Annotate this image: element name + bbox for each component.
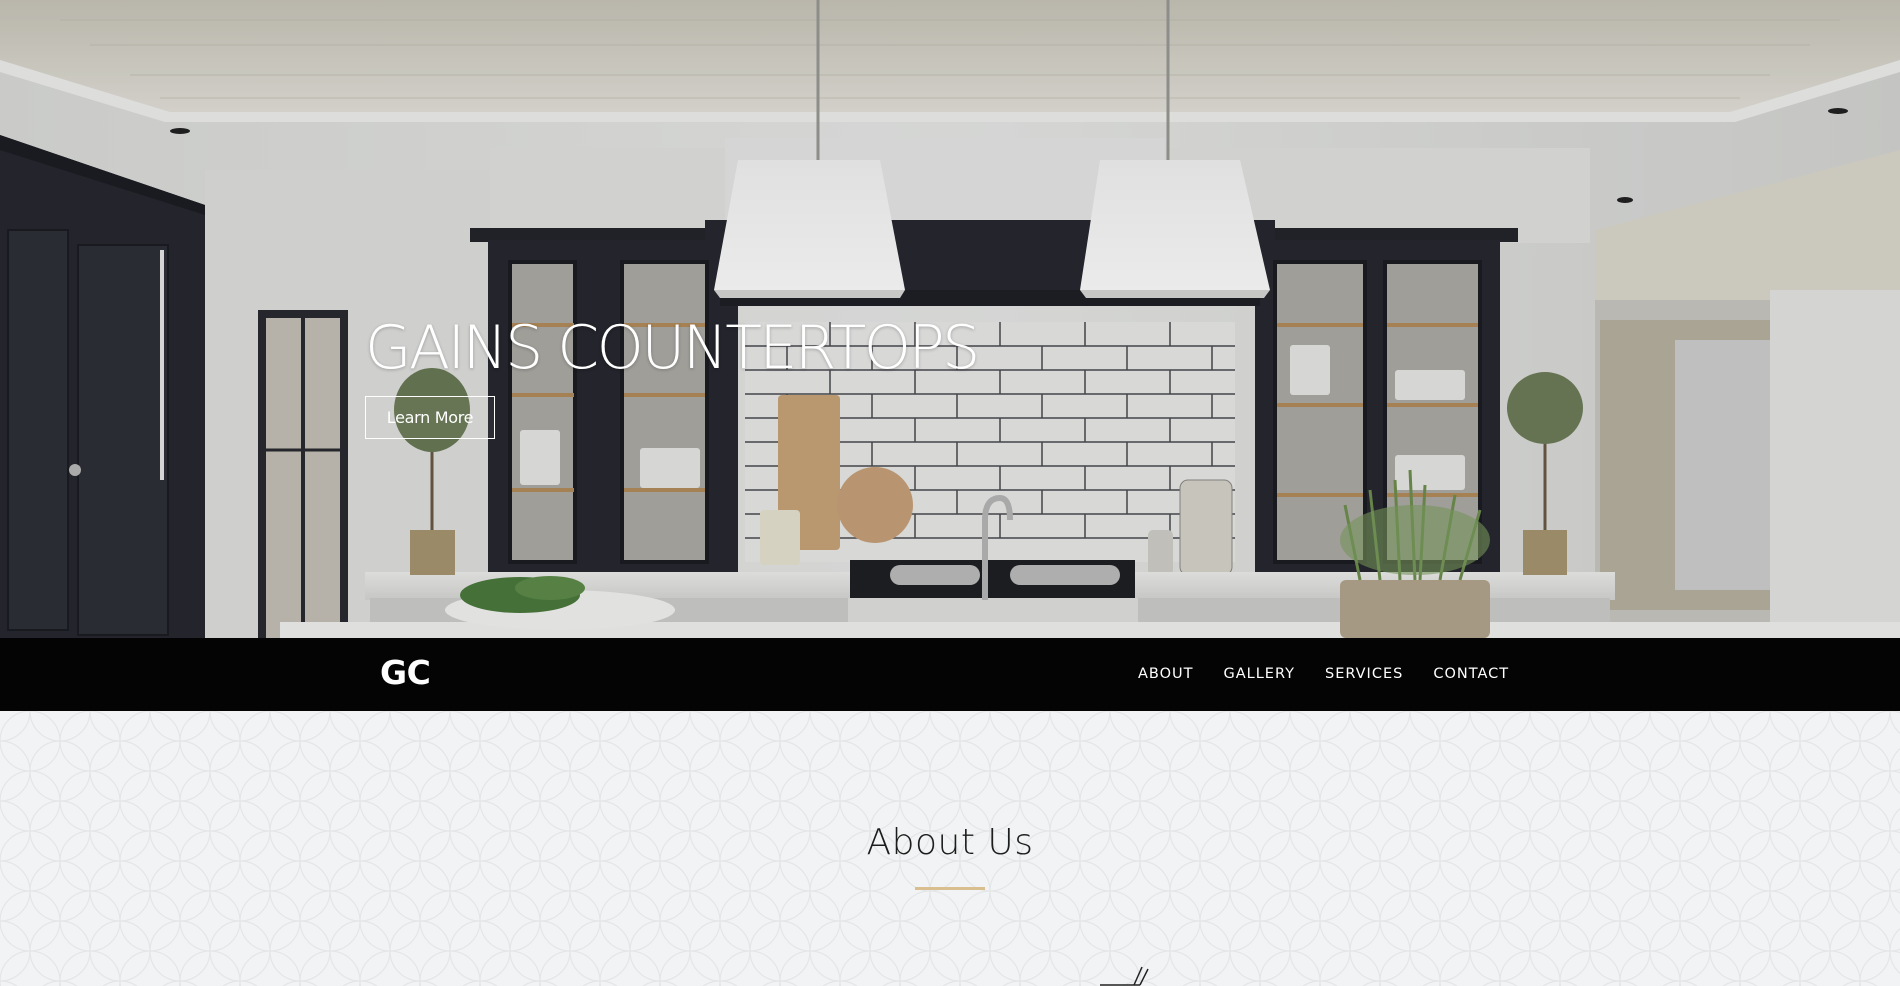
about-heading: About Us (866, 822, 1034, 863)
main-navbar: GC ABOUT GALLERY SERVICES CONTACT (0, 638, 1900, 711)
hero-section: GAINS COUNTERTOPS Learn More (0, 0, 1900, 638)
site-logo[interactable]: GC (380, 656, 431, 689)
about-section: About Us (0, 711, 1900, 986)
nav-link-contact[interactable]: CONTACT (1433, 666, 1509, 682)
learn-more-button[interactable]: Learn More (365, 396, 495, 439)
nav-link-services[interactable]: SERVICES (1325, 666, 1403, 682)
nav-link-gallery[interactable]: GALLERY (1224, 666, 1295, 682)
decorative-lines (1100, 966, 1149, 986)
nav-links: ABOUT GALLERY SERVICES CONTACT (1138, 666, 1509, 682)
nav-link-about[interactable]: ABOUT (1138, 666, 1194, 682)
hero-title: GAINS COUNTERTOPS (365, 313, 980, 383)
heading-accent-underline (915, 887, 985, 890)
